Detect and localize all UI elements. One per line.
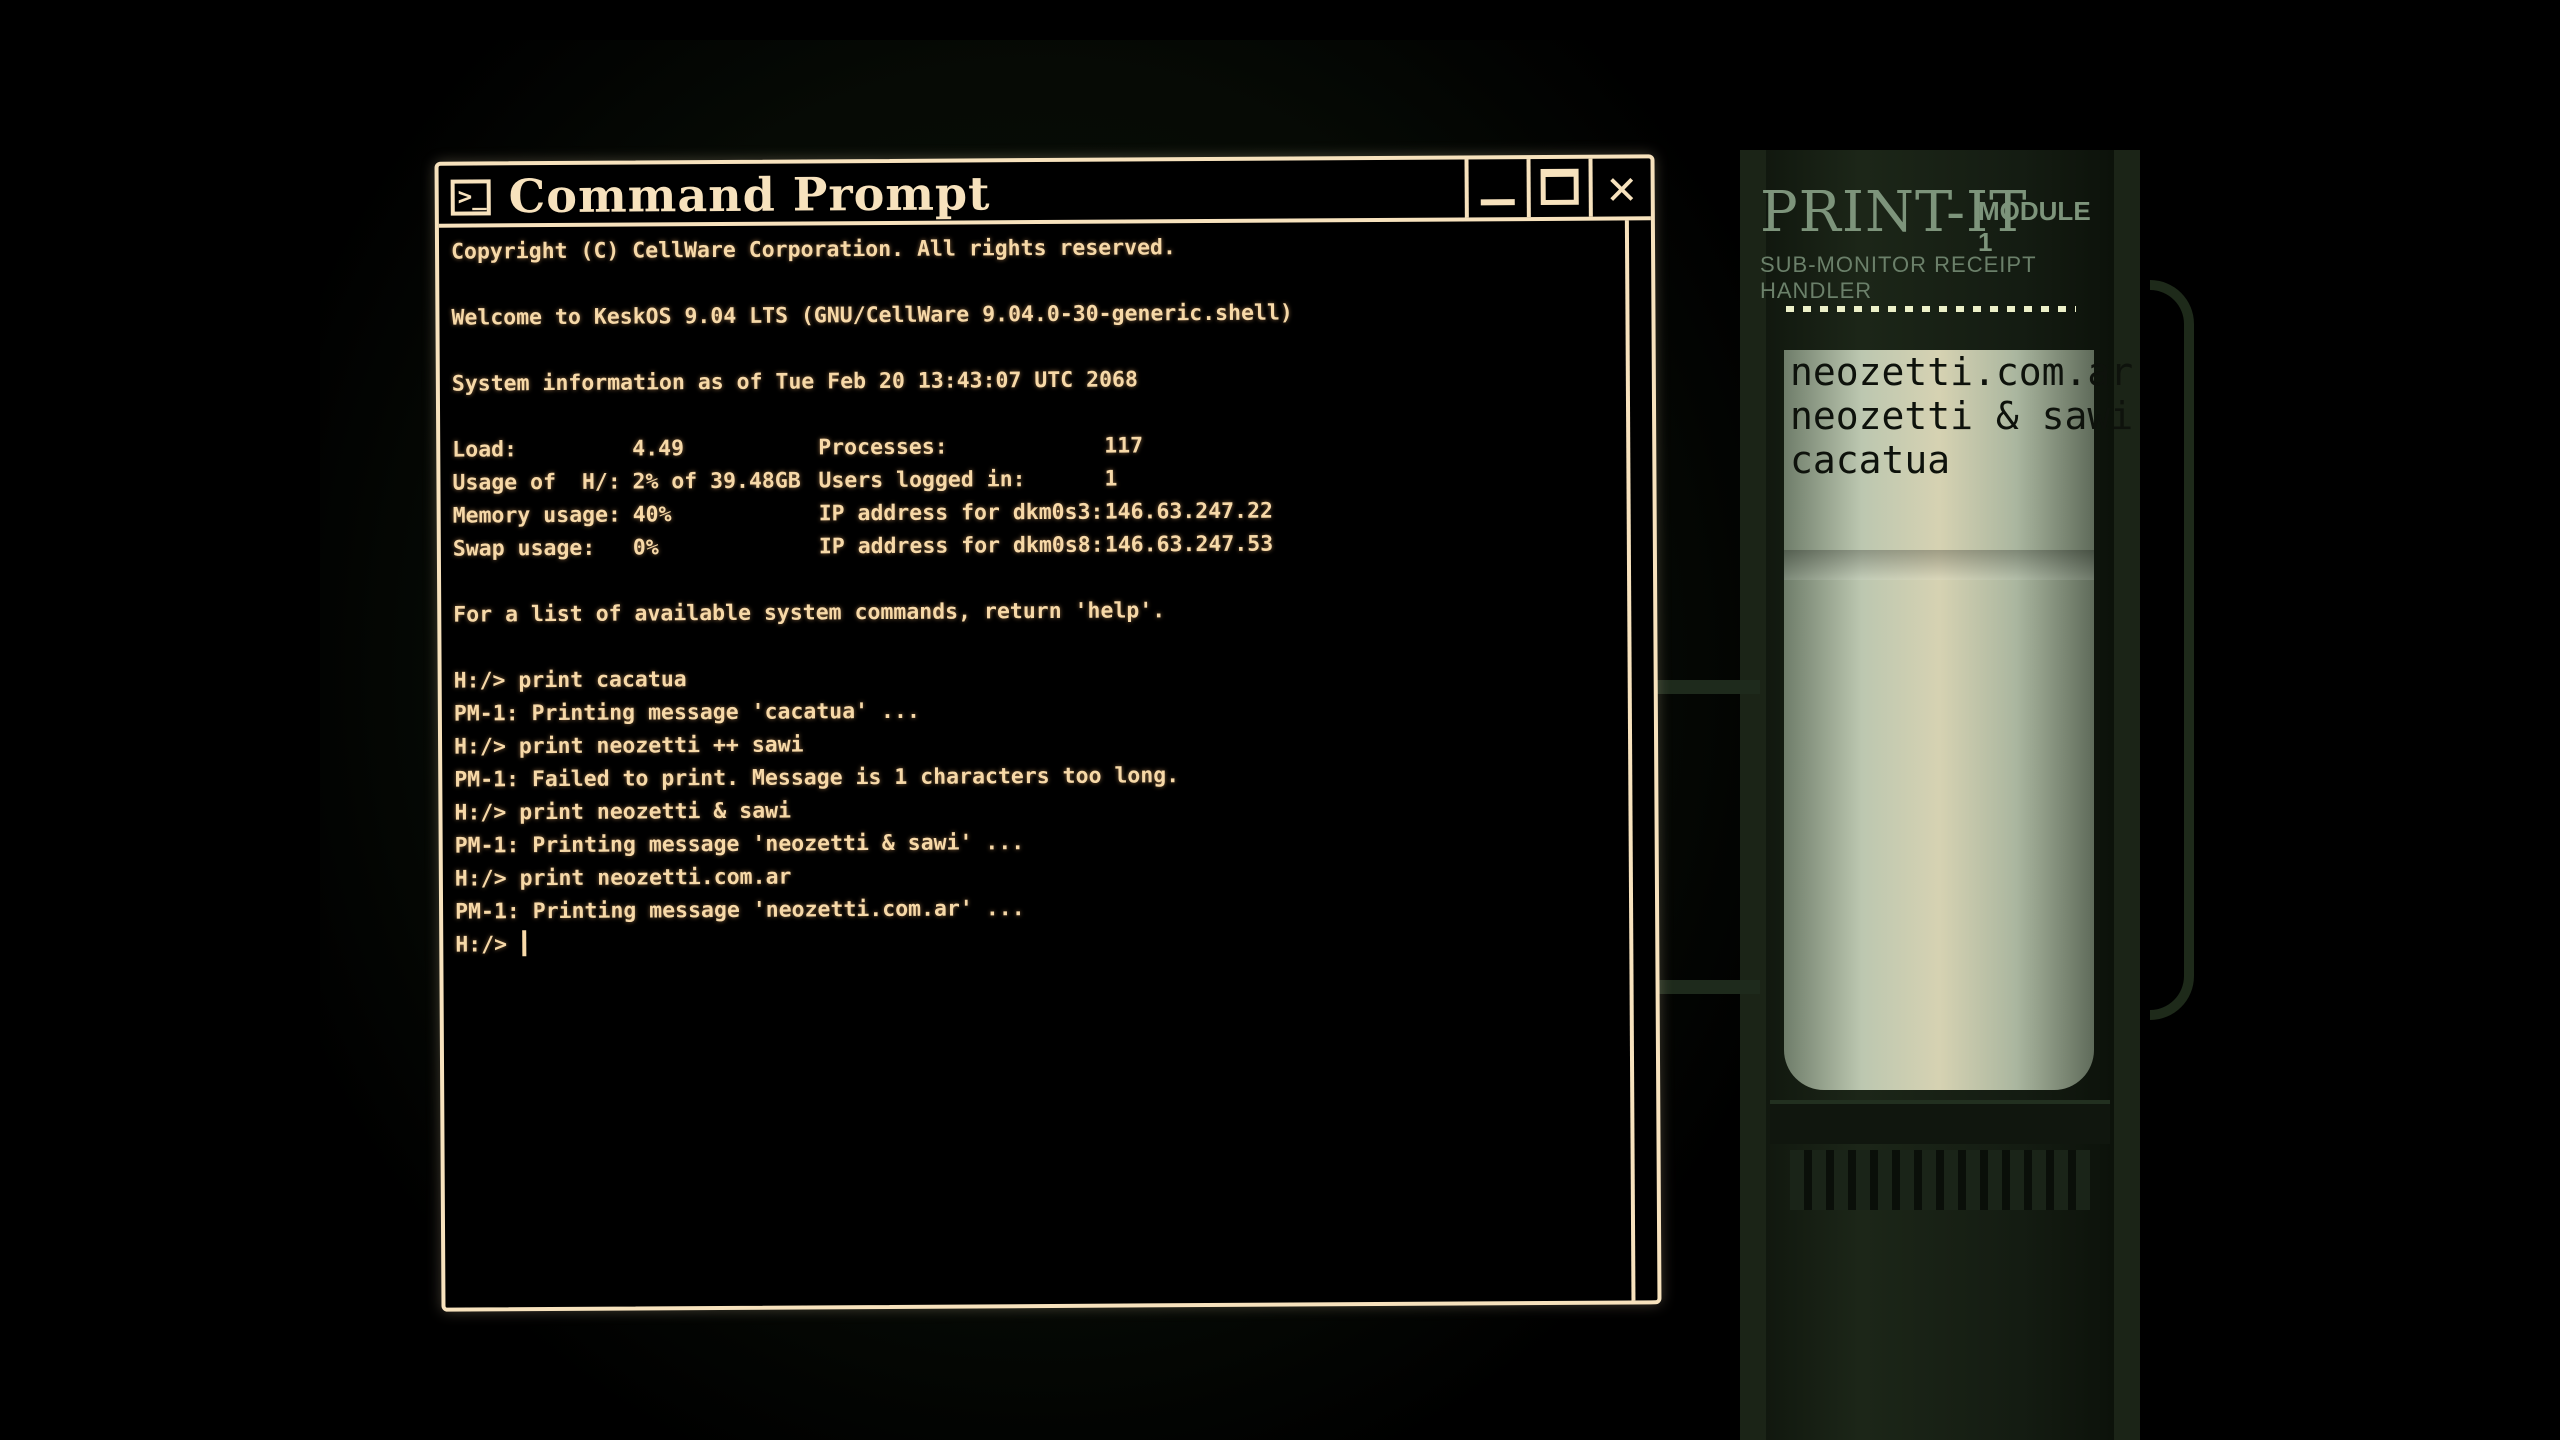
sysinfo-label: Load: [452, 437, 518, 463]
printer-grille [1790, 1150, 2090, 1210]
sysinfo-label: Swap usage: [452, 535, 596, 562]
sysinfo-value: 117 [1104, 433, 1144, 459]
sysinfo-label: Users logged in: [818, 467, 1026, 494]
prompt: H:/> [455, 932, 521, 958]
maximize-button[interactable] [1526, 158, 1589, 218]
sysinfo-value: 4.49 [632, 436, 685, 462]
scrollbar[interactable] [1624, 220, 1636, 1301]
printer-label: PRINT-IT MODULE 1 SUB-MONITOR RECEIPT HA… [1756, 180, 2092, 303]
receipt-text: neozetti.com.ar neozetti & sawi cacatua [1790, 350, 2134, 482]
close-icon: ✕ [1607, 159, 1637, 216]
sysinfo-value: 1 [1104, 466, 1118, 492]
receipt-line: cacatua [1790, 438, 1951, 482]
sysinfo-label: IP address for dkm0s3: [818, 499, 1104, 527]
sysinfo-value: 2% of 39.48GB [632, 468, 801, 495]
text-cursor [521, 930, 527, 957]
printer-roll-base [1770, 1100, 2110, 1144]
sysinfo-value: 0% [632, 535, 659, 561]
printer-module-label: MODULE 1 [1978, 196, 2091, 257]
sysinfo-label: Processes: [818, 434, 948, 461]
printer-subtitle: SUB-MONITOR RECEIPT HANDLER [1760, 252, 2037, 303]
terminal-icon: >_ [450, 179, 491, 216]
console-output[interactable]: Copyright (C) CellWare Corporation. All … [451, 229, 1617, 1298]
printer-pipe [2150, 280, 2194, 1020]
sysinfo-value: 146.63.247.53 [1104, 531, 1274, 558]
window-title: Command Prompt [508, 166, 991, 224]
sysinfo-value: 40% [632, 502, 672, 528]
close-button[interactable]: ✕ [1588, 158, 1651, 217]
sysinfo-table: Load: 4.49 Processes: 117 Usage of H/: 2… [452, 427, 1613, 566]
minimize-button[interactable] [1464, 159, 1527, 218]
window-titlebar[interactable]: >_ Command Prompt ✕ [438, 158, 1651, 228]
printer-rail-right [2114, 150, 2140, 1440]
sysinfo-value: 146.63.247.22 [1104, 498, 1274, 525]
printer-feed-indicator [1786, 306, 2076, 312]
sysinfo-label: Memory usage: [452, 502, 622, 529]
command-prompt-window[interactable]: >_ Command Prompt ✕ Copyright (C) CellWa… [434, 154, 1662, 1312]
sysinfo-label: IP address for dkm0s8: [818, 532, 1104, 560]
receipt-line: neozetti.com.ar [1790, 350, 2134, 394]
receipt-line: neozetti & sawi [1790, 394, 2134, 438]
printer-rail-left [1740, 150, 1766, 1440]
sysinfo-label: Usage of H/: [452, 469, 621, 496]
